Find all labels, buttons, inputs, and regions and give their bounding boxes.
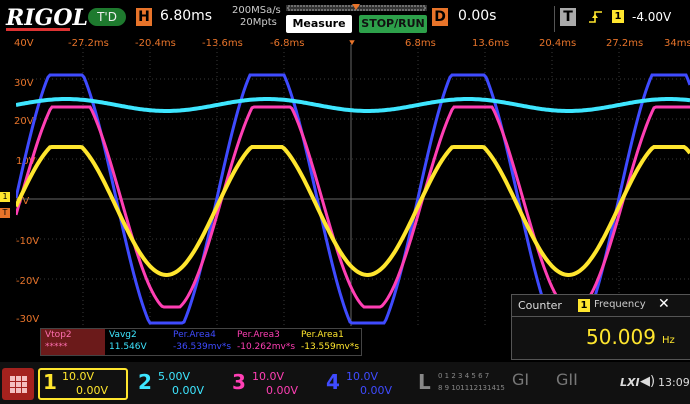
counter-value: 50.009 [586, 325, 656, 349]
counter-title: Counter [518, 299, 562, 312]
rising-edge-icon [589, 11, 602, 23]
speaker-icon[interactable]: ◀) [640, 374, 655, 389]
measurement-value: ***** [45, 342, 68, 352]
measurement-vtop2[interactable]: Vtop2 ***** [41, 329, 105, 355]
ch1-trace [16, 145, 690, 278]
measurement-name: Per.Area1 [301, 330, 344, 340]
channel-1-offset: 0.00V [76, 384, 109, 397]
stop-run-button[interactable]: STOP/RUN [359, 15, 427, 33]
channel-4-number[interactable]: 4 [326, 370, 340, 394]
counter-divider [512, 316, 690, 317]
measurement-panel[interactable]: Vtop2 ***** Vavg2 11.546V Per.Area4 -36.… [40, 328, 362, 356]
trigger-status-badge: T'D [88, 8, 126, 26]
delay-value[interactable]: 0.00s [458, 8, 496, 24]
measurement-name: Per.Area3 [237, 330, 280, 340]
channel-2-offset[interactable]: 0.00V [172, 384, 204, 398]
logic-label[interactable]: L [418, 370, 431, 394]
waveform-display[interactable] [16, 44, 690, 326]
delay-label[interactable]: D [432, 8, 448, 26]
ch2-trace [16, 97, 690, 113]
measurement-name: Per.Area4 [173, 330, 216, 340]
generator-2-button[interactable]: GII [556, 370, 578, 389]
ch1-offset-marker[interactable]: 1 [0, 192, 10, 202]
sample-rate: 200MSa/s [232, 5, 281, 16]
trigger-level[interactable]: -4.00V [632, 10, 671, 24]
channel-1-scale: 10.0V [62, 370, 95, 383]
measurement-value: -13.559mv*s [301, 342, 360, 352]
measure-button[interactable]: Measure [286, 15, 352, 33]
grid-menu-icon[interactable] [2, 368, 34, 400]
divider [554, 6, 555, 32]
measurement-name: Vavg2 [109, 330, 137, 340]
memory-position-indicator [286, 4, 427, 11]
channel-1-number: 1 [43, 370, 57, 394]
measurement-vavg2[interactable]: Vavg2 11.546V [105, 329, 169, 355]
measurement-value: -10.262mv*s [237, 342, 296, 352]
horizontal-label[interactable]: H [136, 8, 152, 26]
horizontal-scale[interactable]: 6.80ms [160, 8, 212, 24]
measurement-name: Vtop2 [45, 330, 72, 340]
clock: 13:09 [658, 376, 690, 389]
counter-unit: Hz [662, 335, 675, 346]
channel-3-scale[interactable]: 10.0V [252, 370, 284, 384]
logo-underline [6, 28, 70, 31]
channel-3-offset[interactable]: 0.00V [266, 384, 298, 398]
logic-channels-high: 8 9 101112131415 [438, 384, 505, 392]
channel-4-offset[interactable]: 0.00V [360, 384, 392, 398]
trigger-level-marker[interactable]: T [0, 208, 10, 218]
measurement-per-area3[interactable]: Per.Area3 -10.262mv*s [233, 329, 297, 355]
counter-panel[interactable]: Counter 1 Frequency ✕ 50.009 Hz [511, 294, 690, 360]
channel-2-number[interactable]: 2 [138, 370, 152, 394]
close-icon[interactable]: ✕ [658, 296, 670, 312]
measurement-value: 11.546V [109, 342, 147, 352]
channel-2-scale[interactable]: 5.00V [158, 370, 190, 384]
trigger-label[interactable]: T [560, 8, 576, 26]
channel-3-number[interactable]: 3 [232, 370, 246, 394]
trigger-source-badge: 1 [612, 10, 624, 23]
counter-mode: Frequency [594, 299, 646, 310]
memory-depth: 20Mpts [240, 17, 277, 28]
lxi-label: LXI [620, 376, 640, 389]
measurement-per-area4[interactable]: Per.Area4 -36.539mv*s [169, 329, 233, 355]
generator-1-button[interactable]: GI [512, 370, 529, 389]
channel-4-scale[interactable]: 10.0V [346, 370, 378, 384]
measurement-per-area1[interactable]: Per.Area1 -13.559mv*s [297, 329, 361, 355]
measurement-value: -36.539mv*s [173, 342, 232, 352]
counter-source-badge: 1 [578, 299, 590, 312]
logic-channels-low: 0 1 2 3 4 5 6 7 [438, 372, 490, 380]
